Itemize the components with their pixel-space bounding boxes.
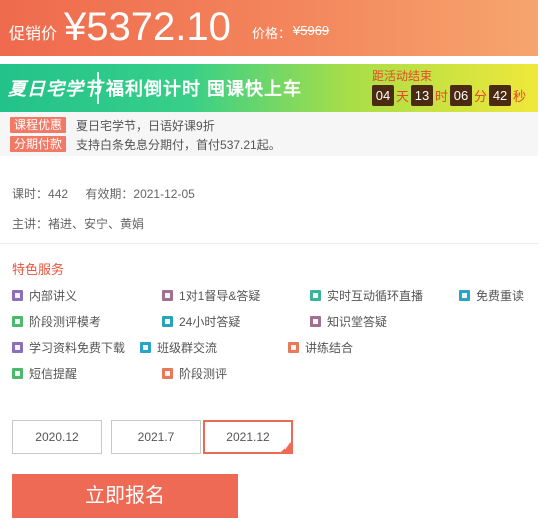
monitor-icon xyxy=(310,290,321,301)
service-label: 讲练结合 xyxy=(305,341,354,355)
service-item: 讲练结合 xyxy=(288,339,353,356)
service-label: 24小时答疑 xyxy=(179,315,241,329)
document-icon xyxy=(12,290,23,301)
service-label: 阶段测评 xyxy=(179,367,228,381)
service-label: 班级群交流 xyxy=(157,341,218,355)
offer-row-discount: 课程优惠 夏日宅学节，日语好课9折 xyxy=(10,116,215,134)
service-label: 知识堂答疑 xyxy=(327,315,388,329)
course-info-row: 课时：442 有效期：2021-12-05 xyxy=(12,185,209,202)
countdown-days: 04 xyxy=(372,85,394,106)
promo-slogan: 福利倒计时 囤课快上车 xyxy=(106,79,302,99)
section-divider xyxy=(0,243,538,244)
service-item: 内部讲义 xyxy=(12,287,77,304)
teacher-value: 褚进、安宁、黄娟 xyxy=(48,217,145,231)
star-icon xyxy=(459,290,470,301)
offer-row-installment: 分期付款 支持白条免息分期付，首付537.21起。 xyxy=(10,135,281,153)
chart-icon xyxy=(162,368,173,379)
price-bar: 促销价 ¥5372.10 价格： ¥5969 xyxy=(0,0,538,56)
service-item: 班级群交流 xyxy=(140,339,217,356)
promo-event-title: 夏日宅学节 xyxy=(8,79,103,99)
teacher-label: 主讲： xyxy=(12,217,49,231)
service-item: 学习资料免费下载 xyxy=(12,339,125,356)
exam-icon xyxy=(12,316,23,327)
service-label: 1对1督导&答疑 xyxy=(179,289,261,303)
list-price-value: ¥5969 xyxy=(293,23,330,38)
countdown-seconds-unit: 秒 xyxy=(513,89,527,104)
service-item: 1对1督导&答疑 xyxy=(162,287,260,304)
clock-24-icon xyxy=(162,316,173,327)
offer-text-installment: 支持白条免息分期付，首付537.21起。 xyxy=(76,137,281,152)
offer-tag-discount: 课程优惠 xyxy=(10,117,67,133)
countdown-label: 距活动结束 xyxy=(372,69,433,83)
date-option-label: 2021.12 xyxy=(226,430,270,444)
service-item: 实时互动循环直播 xyxy=(310,287,423,304)
service-item: 24小时答疑 xyxy=(162,313,240,330)
promo-divider xyxy=(97,72,99,104)
countdown-hours: 13 xyxy=(411,85,434,106)
offer-text-discount: 夏日宅学节，日语好课9折 xyxy=(76,118,215,133)
countdown-minutes: 06 xyxy=(450,85,473,106)
person-icon xyxy=(162,290,173,301)
hours-value: 442 xyxy=(48,187,69,201)
service-label: 内部讲义 xyxy=(29,289,78,303)
date-option-2021-7[interactable]: 2021.7 xyxy=(111,420,201,454)
service-item: 阶段测评模考 xyxy=(12,313,101,330)
download-icon xyxy=(12,342,23,353)
edit-icon xyxy=(288,342,299,353)
services-title: 特色服务 xyxy=(12,262,65,277)
service-item: 知识堂答疑 xyxy=(310,313,387,330)
countdown-minutes-unit: 分 xyxy=(474,89,488,104)
service-item: 短信提醒 xyxy=(12,365,77,382)
countdown-seconds: 42 xyxy=(489,85,512,106)
date-option-2020-12[interactable]: 2020.12 xyxy=(12,420,102,454)
service-label: 实时互动循环直播 xyxy=(327,289,424,303)
countdown-hours-unit: 时 xyxy=(435,89,449,104)
promo-price-value: ¥5372.10 xyxy=(64,5,231,49)
date-option-2021-12[interactable]: 2021.12 ✓ xyxy=(203,420,293,454)
expiry-value: 2021-12-05 xyxy=(133,187,195,201)
expiry-label: 有效期： xyxy=(85,187,134,201)
message-icon xyxy=(12,368,23,379)
enroll-button[interactable]: 立即报名 xyxy=(12,474,238,518)
question-icon xyxy=(310,316,321,327)
service-label: 阶段测评模考 xyxy=(29,315,102,329)
service-label: 免费重读 xyxy=(476,289,525,303)
teacher-row: 主讲：褚进、安宁、黄娟 xyxy=(12,215,158,232)
offer-tag-installment: 分期付款 xyxy=(10,136,67,152)
check-icon: ✓ xyxy=(283,443,290,452)
countdown-days-unit: 天 xyxy=(396,89,410,104)
countdown-timer: 04 天 13 时 06 分 42 秒 xyxy=(372,85,528,106)
promo-price-label: 促销价 xyxy=(9,26,58,43)
promo-banner: 夏日宅学节 福利倒计时 囤课快上车 距活动结束 04 天 13 时 06 分 4… xyxy=(0,64,538,112)
service-label: 学习资料免费下载 xyxy=(29,341,126,355)
service-item: 免费重读 xyxy=(459,287,524,304)
list-price-label: 价格： xyxy=(252,26,292,41)
service-item: 阶段测评 xyxy=(162,365,227,382)
hours-label: 课时： xyxy=(12,187,49,201)
chat-icon xyxy=(140,342,151,353)
service-label: 短信提醒 xyxy=(29,367,78,381)
